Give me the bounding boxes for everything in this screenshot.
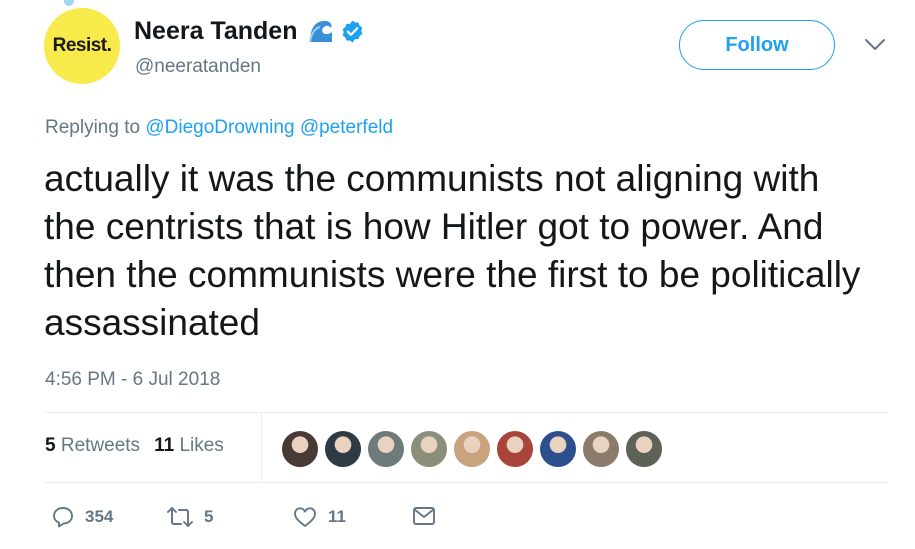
mention-link[interactable]: @peterfeld	[300, 117, 393, 138]
chevron-down-icon[interactable]	[864, 38, 886, 52]
reply-count: 354	[85, 507, 114, 526]
retweet-icon	[167, 507, 193, 527]
avatar-accent	[64, 0, 74, 6]
retweet-button[interactable]: 5	[166, 505, 213, 529]
retweets-count: 5	[45, 435, 56, 456]
engagement-stats: 5 Retweets 11 Likes	[45, 435, 224, 457]
divider	[44, 412, 887, 413]
divider	[44, 482, 887, 483]
liker-avatar[interactable]	[495, 429, 535, 469]
direct-message-button[interactable]	[412, 505, 446, 527]
author-handle[interactable]: @neeratanden	[135, 56, 261, 78]
author-name[interactable]: Neera Tanden	[134, 17, 297, 46]
like-count: 11	[328, 507, 346, 526]
liker-avatar[interactable]	[452, 429, 492, 469]
liker-avatars	[280, 429, 667, 469]
liker-avatar[interactable]	[538, 429, 578, 469]
author-name-row: Neera Tanden	[134, 14, 365, 48]
envelope-icon	[413, 507, 435, 525]
liker-avatar[interactable]	[323, 429, 363, 469]
likes-label: Likes	[179, 435, 224, 456]
reply-button[interactable]: 354	[51, 505, 113, 529]
retweet-count: 5	[204, 507, 214, 526]
likes-count: 11	[154, 435, 175, 456]
reply-icon	[53, 507, 73, 528]
heart-icon	[294, 507, 316, 527]
replying-prefix: Replying to	[45, 117, 141, 138]
replying-to: Replying to @DiegoDrowning @peterfeld	[45, 117, 393, 139]
liker-avatar[interactable]	[624, 429, 664, 469]
like-button[interactable]: 11	[292, 505, 346, 529]
avatar-text: Resist.	[52, 35, 112, 56]
tweet-timestamp[interactable]: 4:56 PM - 6 Jul 2018	[45, 369, 220, 391]
retweets-stat[interactable]: 5 Retweets	[45, 435, 140, 457]
verified-badge-icon	[343, 20, 363, 42]
mention-link[interactable]: @DiegoDrowning	[145, 117, 294, 138]
follow-button[interactable]: Follow	[679, 20, 835, 70]
liker-avatar[interactable]	[366, 429, 406, 469]
liker-avatar[interactable]	[280, 429, 320, 469]
liker-avatar[interactable]	[409, 429, 449, 469]
stats-separator	[261, 413, 262, 482]
retweets-label: Retweets	[60, 435, 141, 456]
liker-avatar[interactable]	[581, 429, 621, 469]
tweet-text: actually it was the communists not align…	[44, 158, 861, 343]
likes-stat[interactable]: 11 Likes	[154, 435, 224, 457]
blue-wave-icon	[307, 18, 336, 44]
avatar[interactable]: Resist.	[44, 8, 120, 84]
